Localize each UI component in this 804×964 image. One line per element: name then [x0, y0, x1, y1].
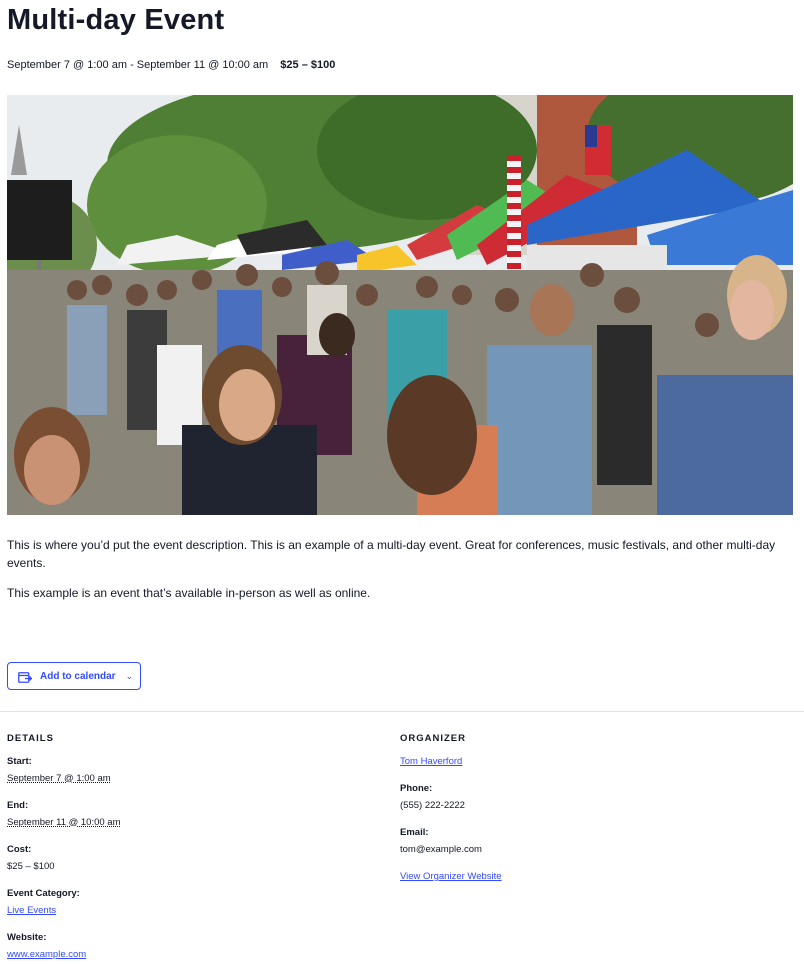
cost-value: $25 – $100 [7, 861, 55, 872]
description-paragraph: This is where you’d put the event descri… [7, 538, 776, 570]
website-label: Website: [7, 932, 47, 943]
section-divider [0, 711, 804, 712]
organizer-heading: ORGANIZER [400, 733, 466, 744]
category-label: Event Category: [7, 888, 80, 899]
phone-label: Phone: [400, 783, 433, 794]
cost-label: Cost: [7, 844, 32, 855]
end-value: September 11 @ 10:00 am [7, 817, 121, 828]
category-link[interactable]: Live Events [7, 905, 56, 916]
event-cost: $25 – $100 [280, 59, 336, 71]
organizer-name-link[interactable]: Tom Haverford [400, 756, 462, 767]
end-label: End: [7, 800, 29, 811]
website-link[interactable]: www.example.com [7, 949, 86, 960]
page-title: Multi-day Event [7, 4, 225, 36]
email-label: Email: [400, 827, 429, 838]
details-heading: DETAILS [7, 733, 54, 744]
add-to-calendar-label: Add to calendar [40, 670, 116, 682]
email-value: tom@example.com [400, 844, 482, 855]
start-value: September 7 @ 1:00 am [7, 773, 111, 784]
add-to-calendar-button[interactable]: Add to calendar ⌄ [7, 662, 141, 690]
phone-value: (555) 222-2222 [400, 800, 465, 811]
event-featured-image [7, 95, 793, 515]
description-paragraph: This example is an event that’s availabl… [7, 586, 371, 600]
event-schedule: September 7 @ 1:00 am - September 11 @ 1… [7, 59, 269, 71]
organizer-website-link[interactable]: View Organizer Website [400, 871, 502, 882]
details-section: DETAILS Start: September 7 @ 1:00 am End… [7, 733, 387, 964]
organizer-section: ORGANIZER Tom Haverford Phone: (555) 222… [400, 733, 780, 898]
event-description: This is where you’d put the event descri… [7, 536, 793, 614]
start-label: Start: [7, 756, 32, 767]
calendar-export-icon [18, 670, 33, 683]
event-meta: September 7 @ 1:00 am - September 11 @ 1… [7, 59, 335, 71]
chevron-down-icon: ⌄ [125, 670, 134, 681]
